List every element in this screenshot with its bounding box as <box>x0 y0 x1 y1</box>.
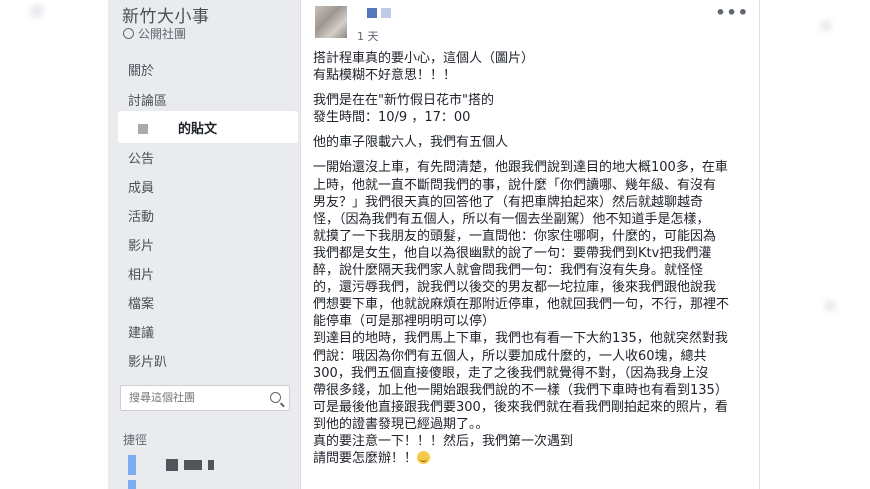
nav-item-photos[interactable]: 相片 <box>128 264 154 283</box>
nav-item-events[interactable]: 活動 <box>128 206 154 225</box>
post-text-line: 上時，他就一直不斷問我們的事，說什麼「你們讀哪、幾年級、有沒有 <box>313 177 717 193</box>
post-text-line: 真的要注意一下！！！然后，我們第一次遇到 <box>313 433 574 449</box>
redacted-block <box>138 124 148 134</box>
post-text-line: 到他的證書發現已經過期了。。 <box>313 416 489 432</box>
post-text-line: 醉，說什麼隔天我們家人就會問我們一句：我們有沒有失身。就怪怪 <box>313 263 704 279</box>
post-text-line: 300，我們五個直接傻眼，走了之後我們就覺得不對，（因為我身上沒 <box>313 365 709 381</box>
smile-emoji-icon <box>417 451 431 465</box>
group-name[interactable]: 新竹大小事 <box>122 2 210 27</box>
group-privacy: 公開社團 <box>123 25 186 42</box>
redacted-shortcut-label <box>166 459 214 471</box>
shortcut-thumbnail <box>128 455 136 475</box>
shortcut-item[interactable] <box>128 480 136 489</box>
group-search-input[interactable] <box>129 391 269 404</box>
nav-item-posts-label: 的貼文 <box>178 122 218 137</box>
group-sidebar: 新竹大小事 公開社團 關於 討論區 的貼文 公告 成員 活動 影片 相片 檔案 … <box>108 0 300 489</box>
post-text-line: 男友？」我們很天真的回答他了（有把車牌拍起來）然后就越聊越奇 <box>313 194 704 210</box>
nav-item-announcements[interactable]: 公告 <box>128 148 154 167</box>
post-text-line: 一開始還沒上車，有先問清楚，他跟我們說到達目的地大概100多，在車 <box>313 160 728 176</box>
author-avatar[interactable] <box>315 6 347 38</box>
redacted-author-name[interactable] <box>367 8 391 18</box>
post-text-line: 就摸了一下我朋友的頭髮，一直問他：你家住哪啊，什麼的，可能因為 <box>313 228 717 244</box>
blurred-background-shape <box>820 20 832 32</box>
nav-item-about[interactable]: 關於 <box>128 60 154 79</box>
search-icon[interactable] <box>270 392 281 403</box>
post-text-line: 怪，（因為我們有五個人，所以有一個去坐副駕）他不知道手是怎樣， <box>313 211 710 227</box>
post-text-line: 請問要怎麼辦！！ <box>313 450 753 467</box>
nav-item-files[interactable]: 檔案 <box>128 293 154 312</box>
post-text-line: 有點模糊不好意思！！！ <box>313 68 457 84</box>
nav-item-posts-active[interactable]: 的貼文 <box>118 111 298 143</box>
post-text-line: 能停車（可是那裡明明可以停） <box>313 314 496 330</box>
right-margin <box>760 0 870 489</box>
more-options-icon[interactable]: ••• <box>715 3 749 22</box>
post-text-line: 我們都是女生，他自以為很幽默的說了一句：要帶我們到Ktv把我們灌 <box>313 245 712 261</box>
post-text-line: 們說：哦因為你們有五個人，所以要加成什麼的，一人收60塊，總共 <box>313 348 707 364</box>
post-text-line: 我們是在在"新竹假日花市"搭的 <box>313 93 494 109</box>
post-card: 1 天 ••• 搭計程車真的要小心，這個人（圖片） 有點模糊不好意思！！！ 我們是在… <box>300 0 760 489</box>
post-text-line: 搭計程車真的要小心，這個人（圖片） <box>313 51 535 66</box>
nav-item-discussion[interactable]: 討論區 <box>128 90 167 109</box>
nav-item-suggestions[interactable]: 建議 <box>128 322 154 341</box>
group-search[interactable] <box>120 385 290 411</box>
blurred-background-shape <box>30 4 44 18</box>
nav-item-watch-party[interactable]: 影片趴 <box>128 351 167 370</box>
shortcut-item[interactable] <box>128 455 214 475</box>
globe-icon <box>123 28 134 39</box>
left-margin <box>0 0 108 489</box>
post-text-line: 到達目的地時，我們馬上下車，我們也有看一下大約135，他就突然對我 <box>313 331 728 347</box>
shortcuts-heading: 捷徑 <box>123 433 148 447</box>
group-privacy-label: 公開社團 <box>138 27 187 41</box>
post-text-line: 們想要下車，他就說麻煩在那附近停車，他就回我們一句，不行，那裡不 <box>313 297 730 313</box>
post-text-line: 他的車子限載六人，我們有五個人 <box>313 135 509 151</box>
post-text-line: 發生時間：10/9 ，17：00 <box>313 110 471 126</box>
post-text-line: 帶很多錢，加上他一開始跟我們說的不一樣（我們下車時也有看到135） <box>313 382 728 398</box>
shortcut-thumbnail <box>128 480 136 489</box>
post-text-line: 可是最後他直接跟我們要300，後來我們就在看我們剛拍起來的照片，看 <box>313 399 728 415</box>
blurred-background-shape <box>824 300 836 312</box>
post-timestamp[interactable]: 1 天 <box>357 28 379 44</box>
nav-item-members[interactable]: 成員 <box>128 177 154 196</box>
post-body: 搭計程車真的要小心，這個人（圖片） 有點模糊不好意思！！！ 我們是在在"新竹假日花市… <box>313 50 753 467</box>
nav-item-videos[interactable]: 影片 <box>128 235 154 254</box>
post-text-line: 的，還污辱我們，說我們以後交的男友都一坨拉庫，後來我們跟他說我 <box>313 280 717 296</box>
